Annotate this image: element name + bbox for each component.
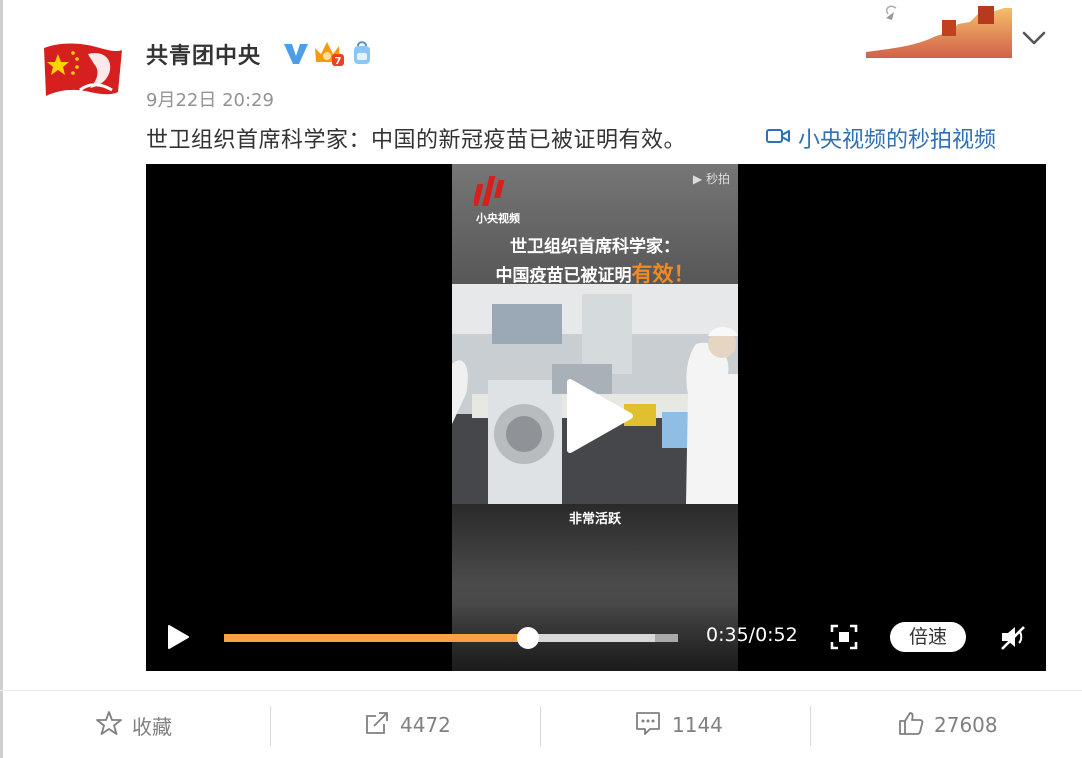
video-subtitle: 非常活跃 — [568, 512, 621, 527]
played-bar — [224, 634, 529, 642]
video-headline-line2: 中国疫苗已被证明有效！ — [452, 258, 738, 288]
thumbs-up-icon — [898, 710, 924, 741]
username[interactable]: 共青团中央 — [146, 38, 261, 70]
chevron-down-icon[interactable] — [1020, 26, 1048, 50]
post-text: 世卫组织首席科学家：中国的新冠疫苗已被证明有效。 — [146, 128, 687, 153]
svg-text:7: 7 — [335, 56, 342, 67]
repost-button[interactable]: 4472 — [364, 704, 451, 746]
time-display: 0:35/0:52 — [706, 624, 798, 646]
repost-count: 4472 — [400, 713, 451, 737]
action-separator — [270, 706, 271, 746]
verified-v-icon[interactable] — [282, 38, 310, 68]
progress-bar[interactable] — [224, 627, 678, 649]
favorite-button[interactable]: 收藏 — [96, 704, 172, 746]
video-source-link[interactable]: 小央视频的秒拍视频 — [766, 122, 996, 154]
video-camera-icon — [766, 126, 790, 151]
video-link-label[interactable]: 小央视频的秒拍视频 — [798, 122, 996, 154]
headline-highlight: 有效！ — [631, 262, 695, 286]
progress-handle[interactable] — [517, 627, 540, 649]
big-play-icon[interactable] — [564, 378, 634, 454]
star-icon — [96, 710, 122, 741]
miaopai-icon: ▶ — [692, 172, 703, 186]
crown-member-icon[interactable]: 7 — [312, 38, 346, 68]
action-separator — [540, 706, 541, 746]
video-headline-line1: 世卫组织首席科学家： — [510, 237, 680, 257]
comment-button[interactable]: 1144 — [634, 704, 723, 746]
avatar[interactable] — [40, 40, 124, 104]
mute-icon[interactable] — [1000, 622, 1026, 652]
comment-icon — [634, 710, 662, 741]
xiaoyang-logo-icon — [472, 174, 514, 214]
video-player[interactable]: ▶ 秒拍 小央视频 世卫组织首席科学家： 中国疫苗已被证明有效！ 非常活跃 0:… — [146, 164, 1046, 671]
headline-main: 中国疫苗已被证明 — [495, 266, 632, 286]
backpack-icon[interactable] — [350, 38, 374, 68]
like-count: 27608 — [934, 713, 998, 737]
like-button[interactable]: 27608 — [898, 704, 998, 746]
share-icon — [364, 710, 390, 741]
fullscreen-icon[interactable] — [830, 624, 858, 650]
play-button[interactable] — [166, 624, 190, 650]
great-wall-banner — [866, 2, 1012, 58]
comment-count: 1144 — [672, 713, 723, 737]
playback-speed-button[interactable]: 倍速 — [890, 622, 966, 652]
post-timestamp[interactable]: 9月22日 20:29 — [146, 86, 274, 112]
miaopai-watermark: ▶ 秒拍 — [693, 170, 730, 187]
action-bar-divider — [0, 690, 1082, 691]
action-separator — [810, 706, 811, 746]
action-bar: 收藏 4472 1144 27608 — [0, 704, 1082, 746]
xiaoyang-logo-text: 小央视频 — [476, 212, 520, 225]
left-border — [0, 0, 3, 758]
miaopai-label: 秒拍 — [705, 172, 730, 186]
favorite-label: 收藏 — [132, 714, 172, 739]
